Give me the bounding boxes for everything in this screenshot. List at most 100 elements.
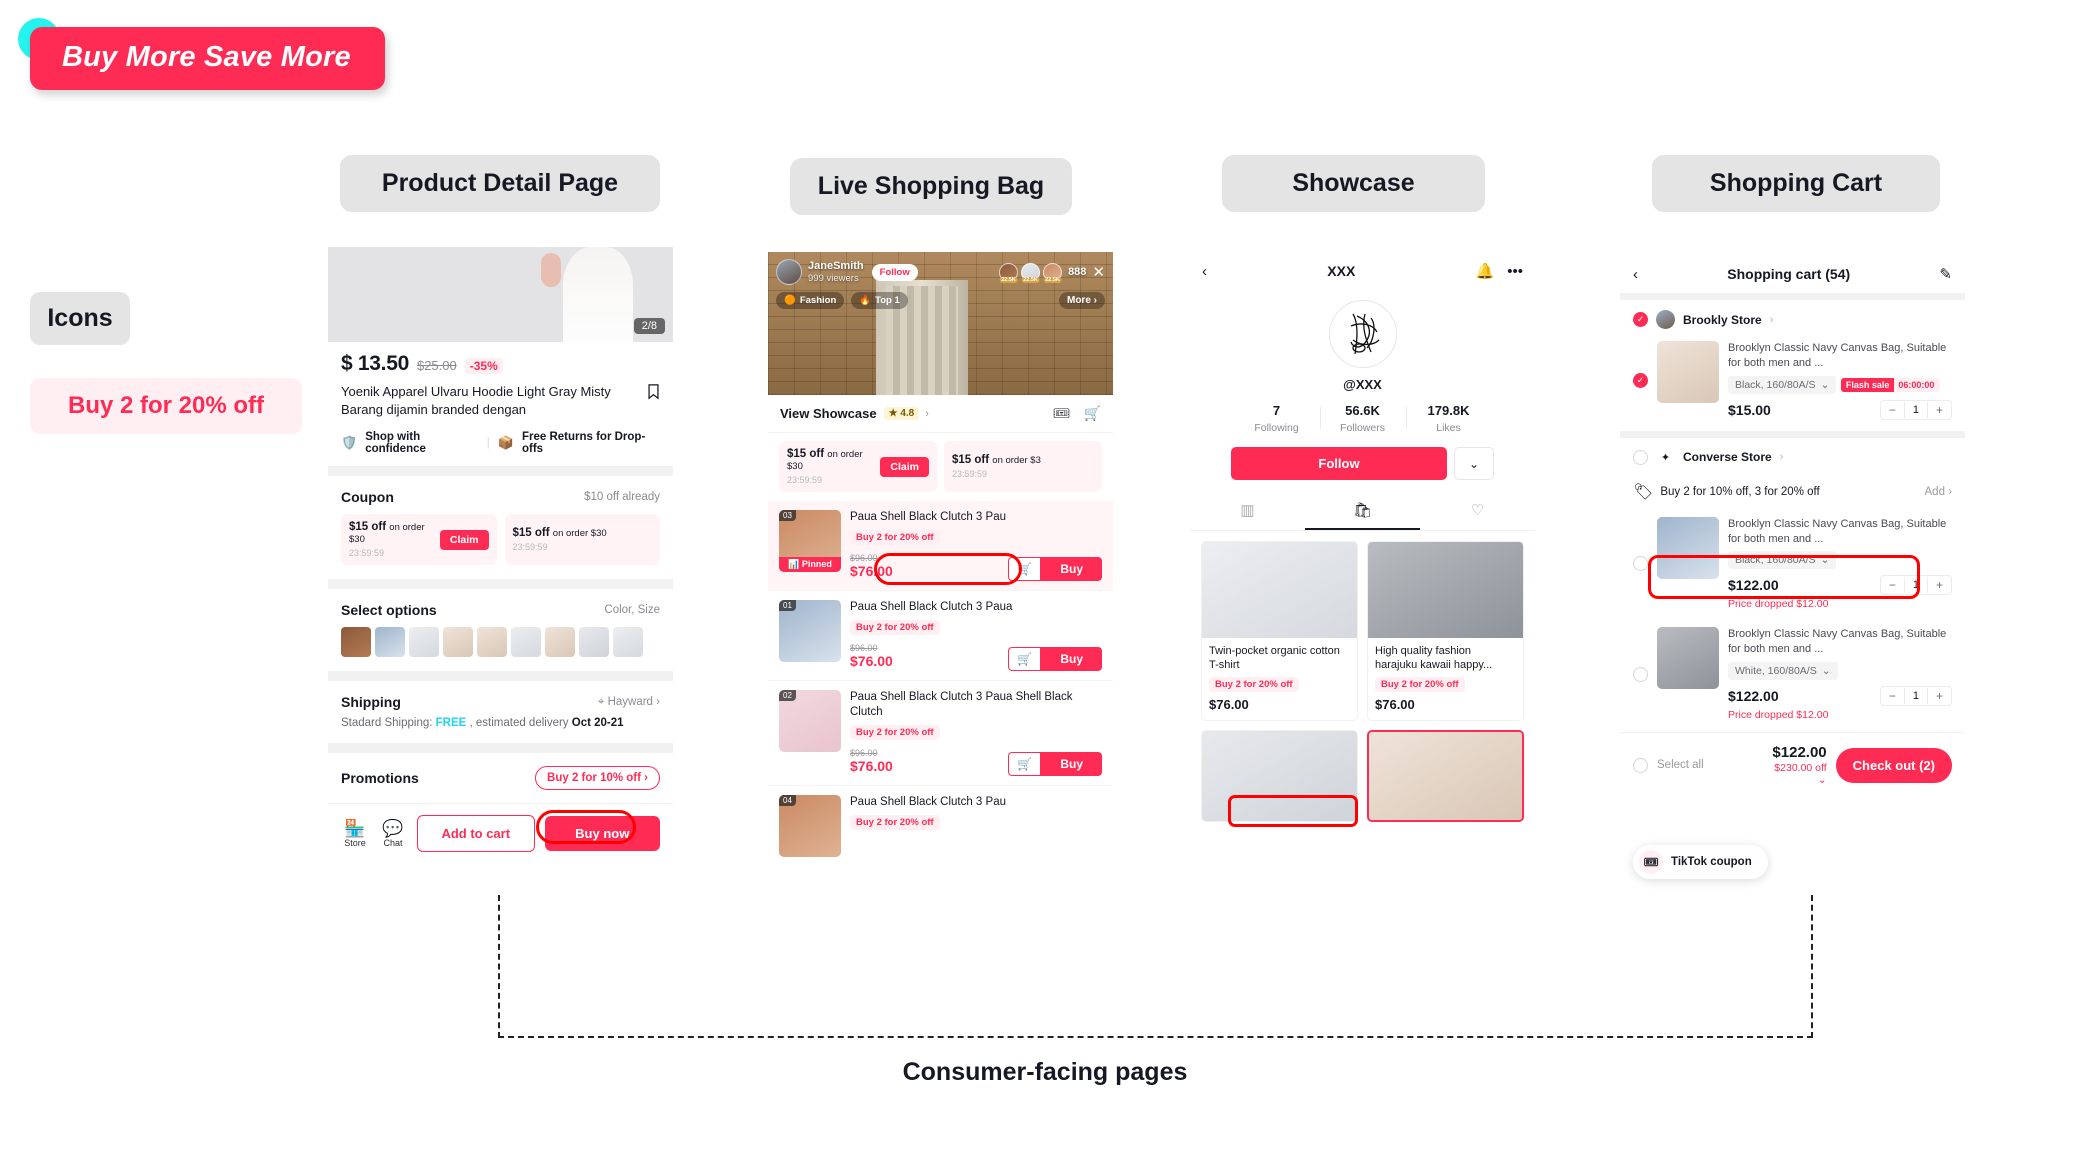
host-avatar[interactable] bbox=[776, 259, 802, 285]
coupon-claim-button[interactable]: Claim bbox=[439, 529, 489, 550]
showcase-product-card[interactable] bbox=[1201, 730, 1358, 822]
live-tag-fashion[interactable]: 🟠 Fashion bbox=[776, 292, 845, 309]
buy-button[interactable]: Buy bbox=[1041, 751, 1102, 776]
quantity-stepper[interactable]: − 1 + bbox=[1879, 575, 1952, 596]
cart-icon[interactable]: 🛒 bbox=[1084, 405, 1101, 422]
promotions-deal-chip[interactable]: Buy 2 for 10% off › bbox=[535, 766, 660, 791]
store-promotion-row[interactable]: 🏷 Buy 2 for 10% off, 3 for 20% off Add › bbox=[1620, 473, 1965, 511]
flash-sale-timer: 06:00:00 bbox=[1898, 379, 1935, 390]
coupon-card[interactable]: $15 off on order $30 23:59:59 Claim bbox=[779, 441, 937, 492]
add-to-cart-icon-button[interactable]: 🛒 bbox=[1008, 646, 1042, 671]
select-all-checkbox[interactable] bbox=[1633, 757, 1648, 773]
return-box-icon: 📦 bbox=[497, 435, 514, 451]
option-thumbnail[interactable] bbox=[545, 627, 575, 658]
decrease-quantity-button[interactable]: − bbox=[1881, 576, 1904, 594]
close-icon[interactable]: ✕ bbox=[1092, 265, 1105, 280]
cart-discount-label[interactable]: $230.00 off ⌄ bbox=[1772, 762, 1826, 786]
option-thumbnail[interactable] bbox=[341, 627, 371, 658]
live-tag-top1[interactable]: 🔥 Top 1 bbox=[851, 292, 908, 309]
live-product-item[interactable]: 04 Paua Shell Black Clutch 3 Pau Buy 2 f… bbox=[768, 786, 1113, 866]
shipping-header[interactable]: Shipping ⌖ Hayward › bbox=[328, 681, 673, 710]
showcase-product-card[interactable]: Twin-pocket organic cotton T-shirt Buy 2… bbox=[1201, 541, 1358, 721]
viewer-avatar[interactable]: 22.5K bbox=[1021, 262, 1041, 283]
quantity-stepper[interactable]: − 1 + bbox=[1879, 399, 1952, 420]
coupon-card[interactable]: $15 off on order $30 23:59:59 bbox=[504, 514, 660, 566]
buy-now-button[interactable]: Buy now bbox=[544, 816, 660, 852]
add-promotion-link[interactable]: Add › bbox=[1925, 486, 1953, 498]
decrease-quantity-button[interactable]: − bbox=[1881, 687, 1904, 705]
chevron-down-icon[interactable]: ⌄ bbox=[1454, 447, 1494, 480]
cart-store-row[interactable]: ✓ Brookly Store › bbox=[1620, 300, 1965, 335]
stat-likes[interactable]: 179.8K Likes bbox=[1405, 403, 1492, 436]
more-dots-icon[interactable]: ••• bbox=[1507, 263, 1523, 280]
promotions-row[interactable]: Promotions Buy 2 for 10% off › bbox=[328, 753, 673, 803]
item-checkbox[interactable] bbox=[1633, 556, 1648, 572]
quantity-stepper[interactable]: − 1 + bbox=[1879, 686, 1952, 707]
live-product-item[interactable]: 01 Paua Shell Black Clutch 3 Paua Buy 2 … bbox=[768, 591, 1113, 681]
increase-quantity-button[interactable]: + bbox=[1928, 401, 1951, 419]
live-product-item[interactable]: 02 Paua Shell Black Clutch 3 Paua Shell … bbox=[768, 681, 1113, 786]
item-variant-selector[interactable]: White, 160/80A/S ⌄ bbox=[1728, 662, 1838, 681]
viewer-avatar[interactable]: 22.5K bbox=[999, 262, 1019, 283]
buy-button[interactable]: Buy bbox=[1041, 646, 1102, 671]
live-video-stream[interactable]: JaneSmith 999 viewers Follow 22.5K 22.5K… bbox=[768, 252, 1113, 395]
cart-store-row[interactable]: ✦ Converse Store › bbox=[1620, 438, 1965, 473]
coupon-ticket-icon[interactable]: 🎟 bbox=[1053, 405, 1071, 422]
tab-liked[interactable]: ♡ bbox=[1420, 493, 1535, 530]
showcase-product-card[interactable] bbox=[1367, 730, 1524, 822]
item-variant-selector[interactable]: Black, 160/80A/S ⌄ bbox=[1728, 375, 1837, 394]
shipping-location[interactable]: ⌖ Hayward › bbox=[598, 696, 660, 709]
increase-quantity-button[interactable]: + bbox=[1928, 576, 1951, 594]
option-thumbnail[interactable] bbox=[409, 627, 439, 658]
product-hero-image[interactable]: 2/8 bbox=[328, 247, 673, 342]
option-thumbnail[interactable] bbox=[579, 627, 609, 658]
option-thumbnail[interactable] bbox=[613, 627, 643, 658]
edit-icon[interactable]: ✎ bbox=[1939, 265, 1952, 283]
store-checkbox[interactable]: ✓ bbox=[1633, 312, 1648, 327]
item-checkbox[interactable] bbox=[1633, 666, 1648, 682]
cart-item-row[interactable]: Brooklyn Classic Navy Canvas Bag, Suitab… bbox=[1620, 511, 1965, 622]
coupon-card[interactable]: $15 off on order $3 23:59:59 bbox=[944, 441, 1102, 492]
item-checkbox[interactable]: ✓ bbox=[1633, 372, 1648, 388]
cart-item-row[interactable]: ✓ Brooklyn Classic Navy Canvas Bag, Suit… bbox=[1620, 335, 1965, 431]
chat-button[interactable]: 💬 Chat bbox=[379, 819, 407, 848]
tab-shop[interactable]: 🛍 bbox=[1305, 493, 1420, 530]
viewer-avatar[interactable]: 22.5K bbox=[1043, 262, 1063, 283]
store-button[interactable]: 🏪 Store bbox=[341, 819, 369, 848]
follow-button[interactable]: Follow bbox=[1231, 447, 1447, 480]
live-more-button[interactable]: More › bbox=[1058, 292, 1105, 309]
deal-chip-icon-sample: Buy 2 for 20% off bbox=[30, 378, 302, 434]
item-variant-selector[interactable]: Black, 160/80A/S ⌄ bbox=[1728, 551, 1837, 570]
view-showcase-row[interactable]: View Showcase ★ 4.8 › 🎟 🛒 bbox=[768, 395, 1113, 433]
tab-videos[interactable]: ▥ bbox=[1190, 493, 1305, 530]
increase-quantity-button[interactable]: + bbox=[1928, 687, 1951, 705]
coupon-card[interactable]: $15 off on order $30 23:59:59 Claim bbox=[341, 514, 497, 566]
live-product-item[interactable]: 03 📊 Pinned Paua Shell Black Clutch 3 Pa… bbox=[768, 501, 1113, 591]
cart-item-row[interactable]: Brooklyn Classic Navy Canvas Bag, Suitab… bbox=[1620, 621, 1965, 732]
decrease-quantity-button[interactable]: − bbox=[1881, 401, 1904, 419]
chevron-down-icon: ⌄ bbox=[1820, 554, 1830, 567]
select-options-header[interactable]: Select options Color, Size bbox=[328, 589, 673, 618]
showcase-product-card[interactable]: High quality fashion harajuku kawaii hap… bbox=[1367, 541, 1524, 721]
checkout-button[interactable]: Check out (2) bbox=[1835, 747, 1952, 783]
option-thumbnail[interactable] bbox=[477, 627, 507, 658]
coupon-claim-button[interactable]: Claim bbox=[880, 456, 929, 477]
stat-followers[interactable]: 56.6K Followers bbox=[1319, 403, 1406, 436]
coupon-section-header[interactable]: Coupon $10 off already bbox=[328, 476, 673, 505]
follow-host-button[interactable]: Follow bbox=[871, 263, 918, 281]
tiktok-coupon-floating[interactable]: 🎟 TikTok coupon bbox=[1633, 845, 1768, 879]
stat-following[interactable]: 7 Following bbox=[1234, 403, 1320, 436]
buy-button[interactable]: Buy bbox=[1041, 556, 1102, 581]
option-thumbnail[interactable] bbox=[511, 627, 541, 658]
coupon-condition: on order $30 bbox=[552, 528, 607, 540]
option-thumbnail[interactable] bbox=[443, 627, 473, 658]
section-divider bbox=[328, 743, 673, 754]
add-to-cart-button[interactable]: Add to cart bbox=[417, 815, 535, 853]
add-to-cart-icon-button[interactable]: 🛒 bbox=[1008, 751, 1042, 776]
bell-icon[interactable]: 🔔 bbox=[1476, 262, 1495, 280]
coupon-amount: $15 off bbox=[952, 454, 990, 466]
add-to-cart-icon-button[interactable]: 🛒 bbox=[1008, 556, 1042, 581]
option-thumbnail[interactable] bbox=[375, 627, 405, 658]
store-checkbox[interactable] bbox=[1633, 449, 1648, 465]
bookmark-icon[interactable] bbox=[647, 384, 660, 400]
